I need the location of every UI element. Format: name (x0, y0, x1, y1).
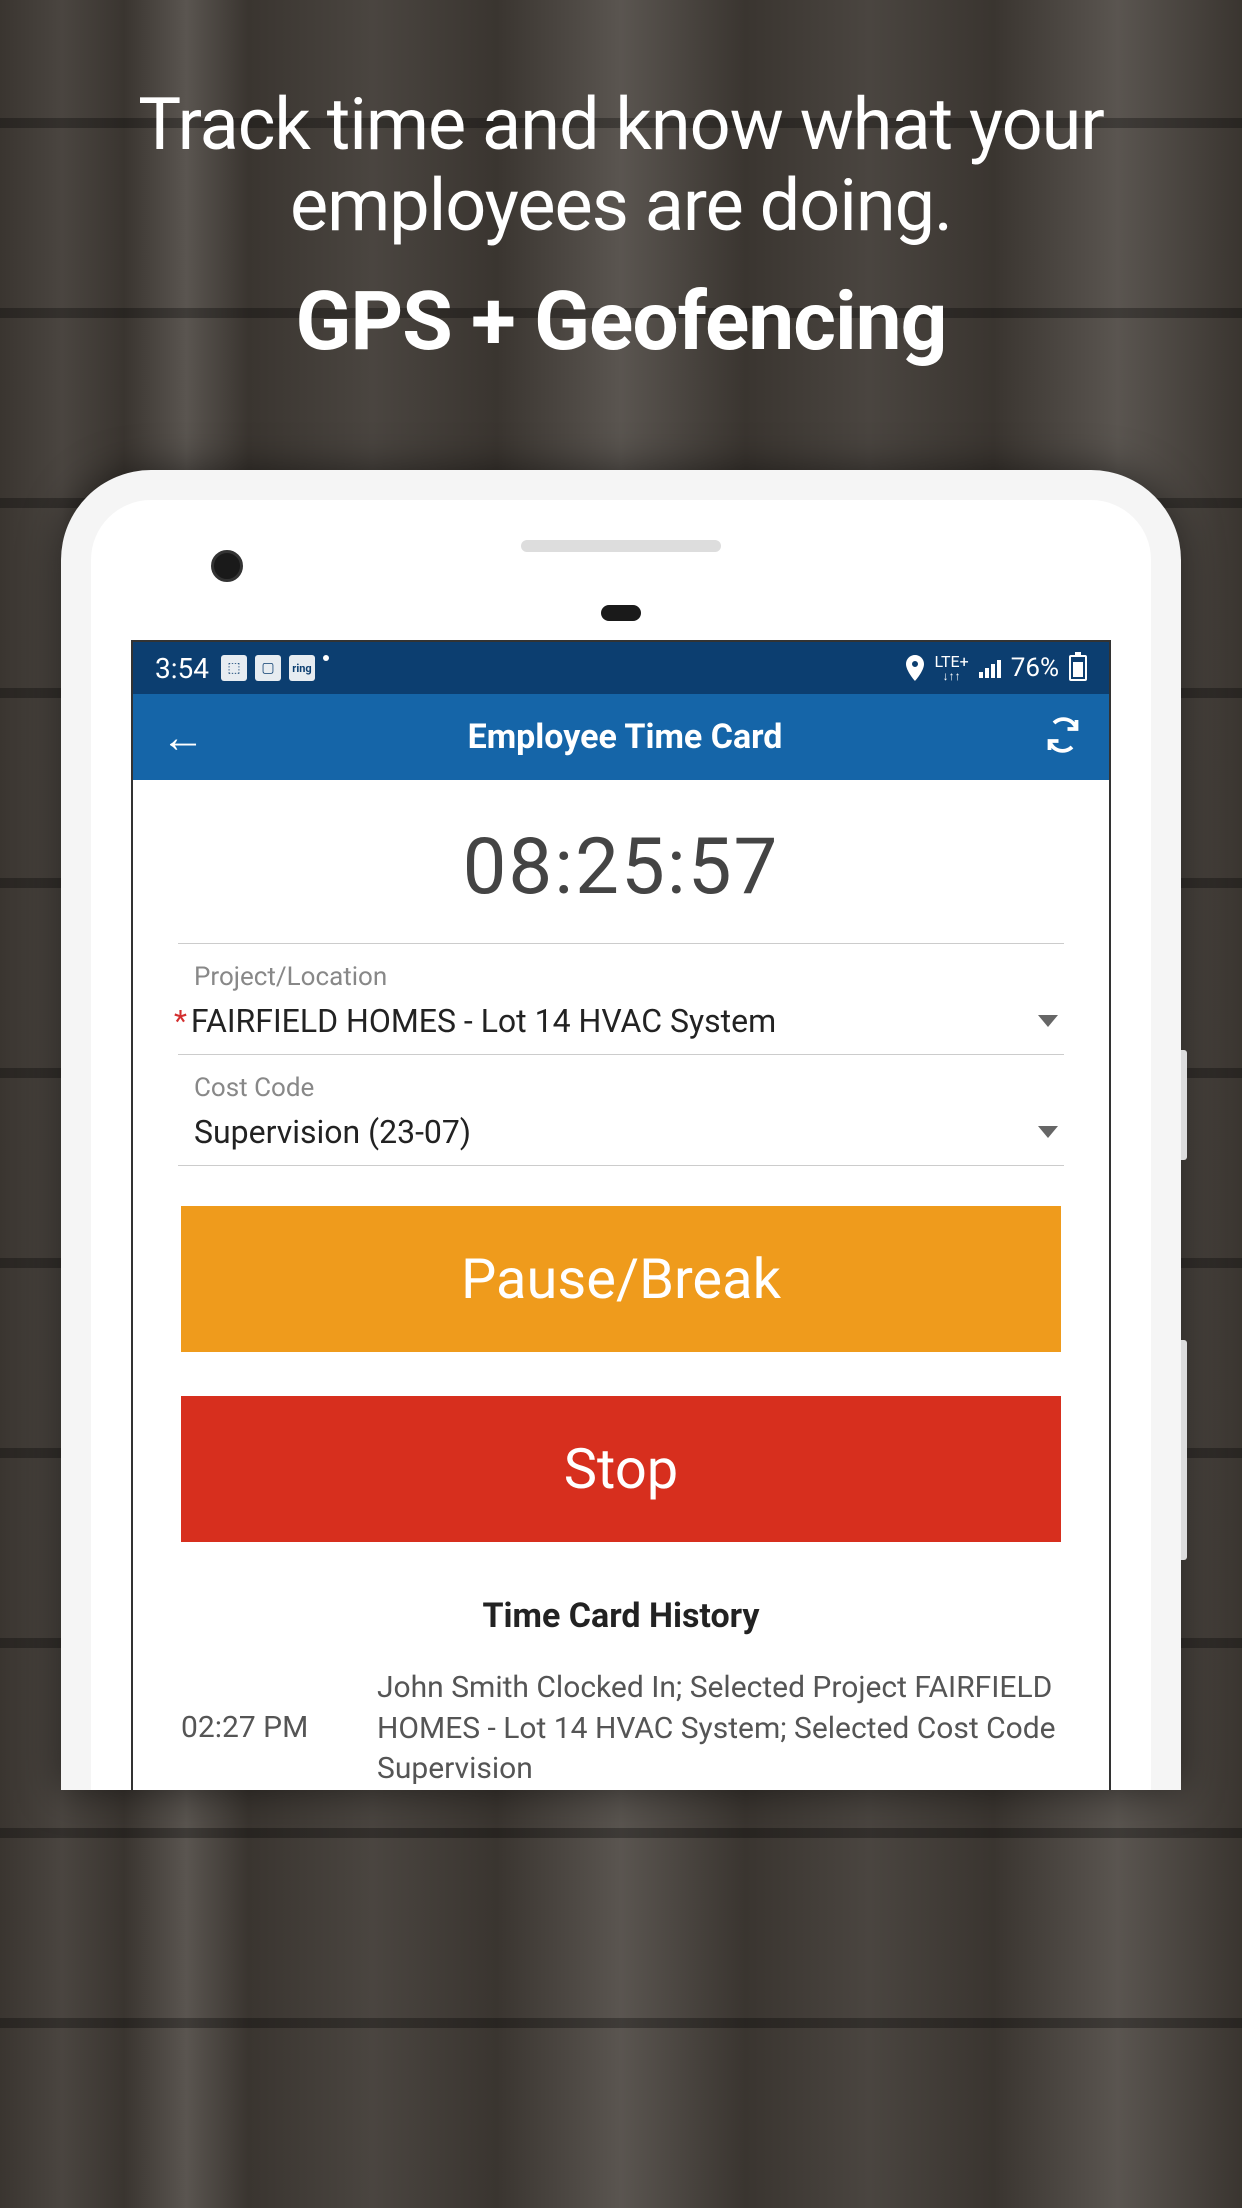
history-title: Time Card History (181, 1596, 1061, 1636)
android-status-bar: 3:54 ⬚ ▢ ring LTE+ ↓↑↑ 76% (133, 642, 1109, 694)
phone-side-button (1181, 1050, 1187, 1160)
cost-code-value: Supervision (23-07) (178, 1113, 1038, 1151)
history-entry: 02:27 PM John Smith Clocked In; Selected… (181, 1668, 1061, 1790)
network-type: LTE+ ↓↑↑ (935, 654, 969, 682)
status-time: 3:54 (155, 652, 209, 685)
battery-percent: 76% (1011, 653, 1059, 683)
marketing-copy: Track time and know what your employees … (0, 0, 1242, 410)
marketing-line-2: GPS + Geofencing (40, 274, 1202, 370)
project-location-field[interactable]: Project/Location * FAIRFIELD HOMES - Lot… (178, 944, 1064, 1055)
time-card-history: Time Card History 02:27 PM John Smith Cl… (133, 1586, 1109, 1790)
project-label: Project/Location (178, 962, 1064, 992)
status-right: LTE+ ↓↑↑ 76% (905, 653, 1087, 683)
history-entry-time: 02:27 PM (181, 1668, 351, 1790)
phone-camera (211, 550, 243, 582)
history-entry-description: John Smith Clocked In; Selected Project … (377, 1668, 1061, 1790)
chevron-down-icon (1038, 1126, 1058, 1138)
phone-speaker (521, 540, 721, 552)
required-indicator: * (174, 1004, 187, 1039)
pause-break-button[interactable]: Pause/Break (181, 1206, 1061, 1352)
elapsed-timer: 08:25:57 (178, 780, 1064, 944)
refresh-button[interactable] (1045, 717, 1081, 757)
status-left: 3:54 ⬚ ▢ ring (155, 652, 329, 685)
cost-code-field[interactable]: Cost Code Supervision (23-07) (178, 1055, 1064, 1166)
app-header: ← Employee Time Card (133, 694, 1109, 780)
project-value: * FAIRFIELD HOMES - Lot 14 HVAC System (178, 1002, 1038, 1040)
signal-bars-icon (979, 658, 1001, 678)
more-notifications-icon (323, 655, 329, 661)
notification-icons: ⬚ ▢ ring (221, 655, 329, 681)
page-title: Employee Time Card (468, 717, 783, 757)
marketing-line-1: Track time and know what your employees … (40, 85, 1202, 246)
cost-code-label: Cost Code (178, 1073, 1064, 1103)
phone-bezel: 3:54 ⬚ ▢ ring LTE+ ↓↑↑ 76% (91, 500, 1151, 1790)
phone-side-button (1181, 1340, 1187, 1560)
back-button[interactable]: ← (161, 711, 205, 763)
phone-sensor (601, 605, 641, 621)
location-icon (905, 655, 925, 681)
phone-screen: 3:54 ⬚ ▢ ring LTE+ ↓↑↑ 76% (131, 640, 1111, 1790)
gallery-icon: ▢ (255, 655, 281, 681)
action-buttons: Pause/Break Stop (133, 1166, 1109, 1542)
notification-icon: ⬚ (221, 655, 247, 681)
phone-frame: 3:54 ⬚ ▢ ring LTE+ ↓↑↑ 76% (61, 470, 1181, 1790)
ring-icon: ring (289, 655, 315, 681)
chevron-down-icon (1038, 1015, 1058, 1027)
stop-button[interactable]: Stop (181, 1396, 1061, 1542)
battery-icon (1069, 655, 1087, 681)
